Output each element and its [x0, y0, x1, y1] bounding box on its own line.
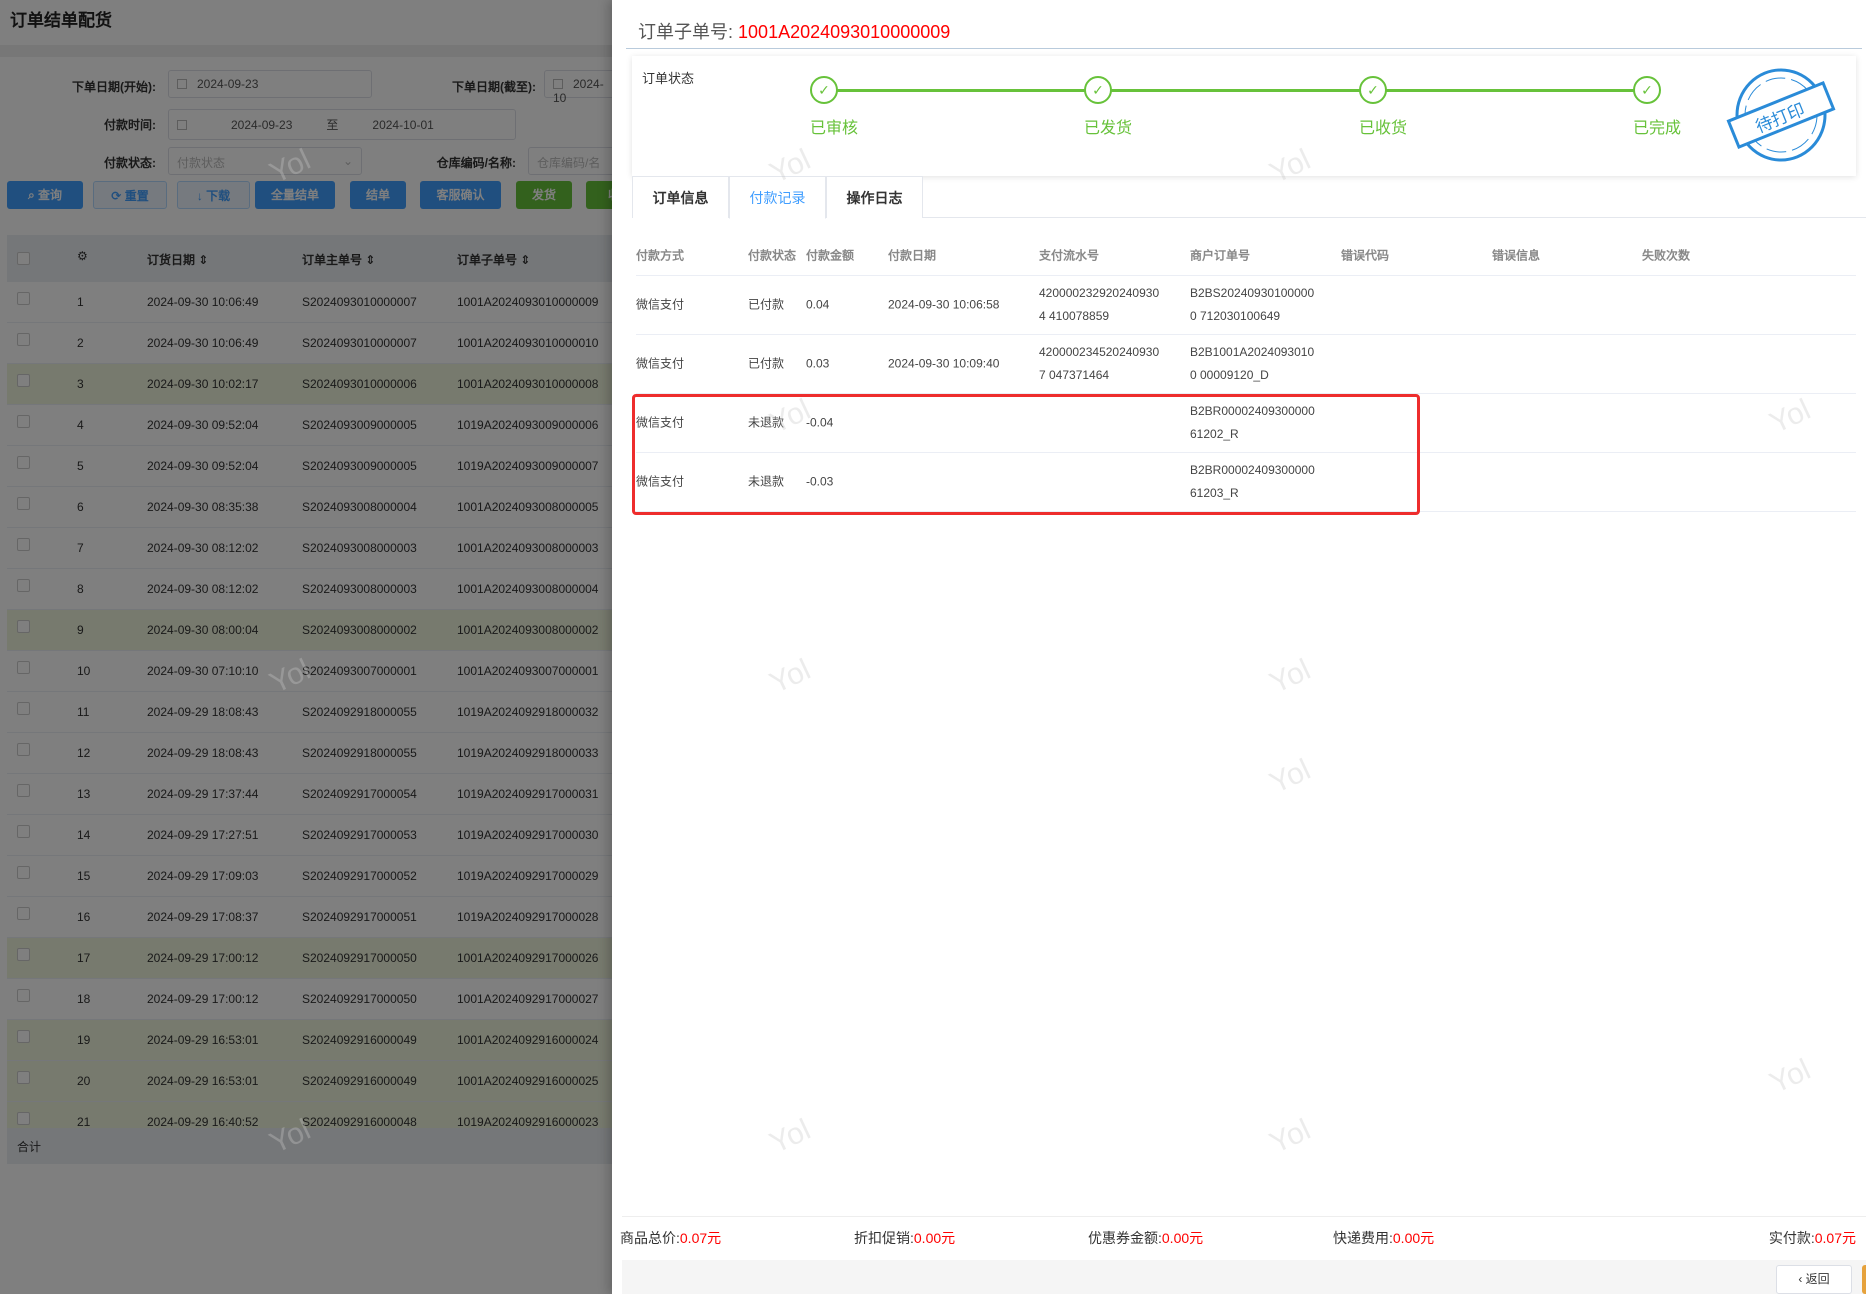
payment-cell: 4200002329202409304 410078859 [1039, 286, 1160, 323]
payment-row: 微信支付 已付款 0.03 2024-09-30 10:09:40 4200002345… [636, 335, 1856, 394]
detail-tabs: 订单信息 付款记录 操作日志 [632, 176, 1866, 219]
order-status-label: 订单状态 [642, 71, 695, 86]
summary-label: 商品总价: [620, 1230, 680, 1246]
step-shipped: ✓ 已发货 [1084, 76, 1164, 138]
payment-column-header: 付款日期 [888, 248, 937, 262]
summary-value: 0.07元 [679, 1230, 722, 1246]
back-button[interactable]: ‹ 返回 [1776, 1265, 1852, 1294]
check-icon: ✓ [1084, 76, 1112, 104]
payment-cell: B2BS202409301000000 712030100649 [1190, 286, 1315, 323]
check-icon: ✓ [1633, 76, 1661, 104]
modal-overlay[interactable] [0, 0, 612, 1294]
summary-value: 0.00元 [1392, 1230, 1435, 1246]
payment-column-header: 失败次数 [1642, 248, 1691, 262]
summary-label: 优惠券金额: [1088, 1230, 1162, 1246]
divider [626, 48, 1862, 49]
chevron-left-icon: ‹ [1798, 1272, 1806, 1286]
summary-item: 折扣促销:0.00元 [854, 1228, 955, 1248]
summary-item: 实付款:0.07元 [1769, 1228, 1856, 1248]
summary-item: 商品总价:0.07元 [620, 1228, 721, 1248]
tab-order-info[interactable]: 订单信息 [632, 176, 729, 218]
payment-cell: 2024-09-30 10:09:40 [888, 356, 1000, 371]
summary-value: 0.07元 [1814, 1230, 1856, 1246]
summary-item: 快递费用:0.00元 [1333, 1228, 1434, 1248]
summary-value: 0.00元 [1161, 1230, 1204, 1246]
payment-column-header: 付款状态 [748, 248, 797, 262]
divider [622, 1216, 1866, 1217]
step-label: 已收货 [1359, 120, 1408, 137]
back-label: 返回 [1805, 1272, 1830, 1286]
summary-label: 快递费用: [1333, 1230, 1393, 1246]
sub-order-label: 订单子单号: [638, 22, 734, 42]
summary-value: 0.00元 [913, 1230, 956, 1246]
order-detail-drawer: 订单子单号: 1001A2024093010000009 订单状态 ✓ 已审核 ✓… [612, 0, 1866, 1294]
tab-payment-records[interactable]: 付款记录 [729, 176, 826, 219]
print-button[interactable]: ⎙ 打印 [1862, 1265, 1866, 1294]
payment-table-header: 付款方式 付款状态 付款金额 付款日期 支付流水号 商户订单号 错误代码 错误信息 失败次数 [636, 236, 1856, 276]
sub-order-value: 1001A2024093010000009 [738, 22, 951, 42]
step-received: ✓ 已收货 [1359, 76, 1439, 138]
order-status-card: 订单状态 ✓ 已审核 ✓ 已发货 ✓ 已收货 ✓ 已完成 [632, 56, 1856, 176]
payment-cell: B2B1001A20240930100 00009120_D [1190, 345, 1315, 382]
payment-column-header: 支付流水号 [1039, 248, 1100, 262]
pending-print-stamp: 待打印 [1726, 66, 1836, 164]
order-settlement-page: 订单结单配货 下单日期(开始): 2024-09-23 下单日期(截至): 20… [0, 0, 612, 1294]
payment-column-header: 付款方式 [636, 248, 685, 262]
bottom-action-bar [622, 1260, 1866, 1294]
highlight-box [632, 394, 1420, 515]
step-completed: ✓ 已完成 [1633, 76, 1713, 138]
step-reviewed: ✓ 已审核 [810, 76, 890, 138]
progress-line [824, 89, 1646, 92]
step-label: 已发货 [1084, 120, 1133, 137]
payment-column-header: 错误代码 [1341, 248, 1390, 262]
payment-cell: 4200002345202409307 047371464 [1039, 345, 1160, 382]
payment-column-header: 商户订单号 [1190, 248, 1251, 262]
sub-order-heading: 订单子单号: 1001A2024093010000009 [638, 18, 950, 44]
step-label: 已完成 [1633, 120, 1682, 137]
payment-row: 微信支付 已付款 0.04 2024-09-30 10:06:58 4200002329… [636, 276, 1856, 335]
summary-label: 实付款: [1768, 1230, 1815, 1246]
tab-operation-log[interactable]: 操作日志 [826, 176, 923, 218]
step-label: 已审核 [810, 120, 859, 137]
payment-column-header: 错误信息 [1492, 248, 1541, 262]
payment-cell: 2024-09-30 10:06:58 [888, 297, 1000, 312]
payment-column-header: 付款金额 [806, 248, 855, 262]
check-icon: ✓ [1359, 76, 1387, 104]
summary-item: 优惠券金额:0.00元 [1088, 1228, 1203, 1248]
check-icon: ✓ [810, 76, 838, 104]
summary-label: 折扣促销: [854, 1230, 914, 1246]
